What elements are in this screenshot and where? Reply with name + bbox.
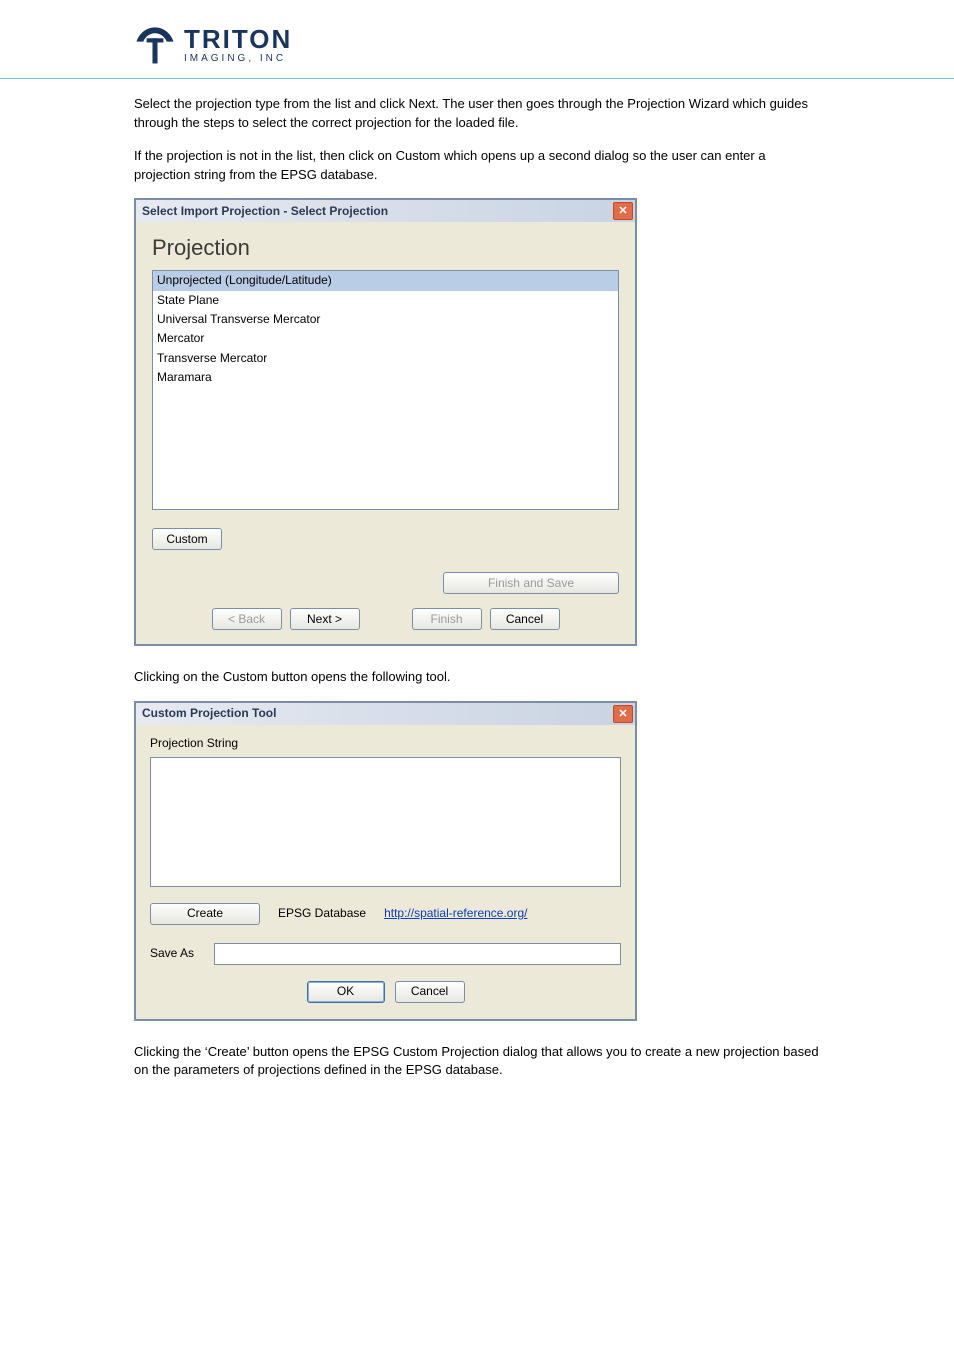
select-projection-dialog: Select Import Projection - Select Projec… [134,198,637,646]
page-header: TRITON IMAGING, INC [0,24,954,74]
custom-button[interactable]: Custom [152,528,222,550]
intro-paragraph-1: Select the projection type from the list… [134,95,820,133]
close-icon[interactable]: ✕ [613,202,633,220]
mid-paragraph: Clicking on the Custom button opens the … [134,668,820,687]
intro-paragraph-2: If the projection is not in the list, th… [134,147,820,185]
cancel-button[interactable]: Cancel [395,981,465,1003]
save-as-label: Save As [150,945,204,962]
finish-button[interactable]: Finish [412,608,482,630]
list-item[interactable]: Maramara [153,368,618,387]
dialog-titlebar[interactable]: Select Import Projection - Select Projec… [136,200,635,222]
close-icon[interactable]: ✕ [613,705,633,723]
save-as-input[interactable] [214,943,621,965]
brand-tagline: IMAGING, INC [184,54,292,64]
epsg-link[interactable]: http://spatial-reference.org/ [384,905,527,922]
finish-and-save-button[interactable]: Finish and Save [443,572,619,594]
projection-heading: Projection [152,232,623,264]
projection-listbox[interactable]: Unprojected (Longitude/Latitude) State P… [152,270,619,510]
back-button[interactable]: < Back [212,608,282,630]
cancel-button[interactable]: Cancel [490,608,560,630]
triton-logo-icon [134,24,176,66]
ok-button[interactable]: OK [307,981,385,1003]
list-item[interactable]: State Plane [153,291,618,310]
brand-text: TRITON IMAGING, INC [184,26,292,64]
brand-logo: TRITON IMAGING, INC [134,24,954,66]
outro-text: Clicking the ‘Create’ button opens the E… [0,1043,954,1081]
projection-string-input[interactable] [150,757,621,887]
dialog-titlebar[interactable]: Custom Projection Tool ✕ [136,703,635,725]
custom-projection-dialog: Custom Projection Tool ✕ Projection Stri… [134,701,637,1020]
epsg-database-label: EPSG Database [278,905,366,922]
brand-name: TRITON [184,26,292,52]
dialog-title: Custom Projection Tool [142,705,276,722]
outro-paragraph: Clicking the ‘Create’ button opens the E… [134,1043,820,1081]
projection-string-label: Projection String [150,735,623,752]
list-item[interactable]: Unprojected (Longitude/Latitude) [153,271,618,290]
dialog-title: Select Import Projection - Select Projec… [142,203,388,220]
intro-text: Select the projection type from the list… [0,95,954,1021]
list-item[interactable]: Universal Transverse Mercator [153,310,618,329]
next-button[interactable]: Next > [290,608,360,630]
create-button[interactable]: Create [150,903,260,925]
header-divider [0,78,954,79]
list-item[interactable]: Mercator [153,329,618,348]
list-item[interactable]: Transverse Mercator [153,349,618,368]
